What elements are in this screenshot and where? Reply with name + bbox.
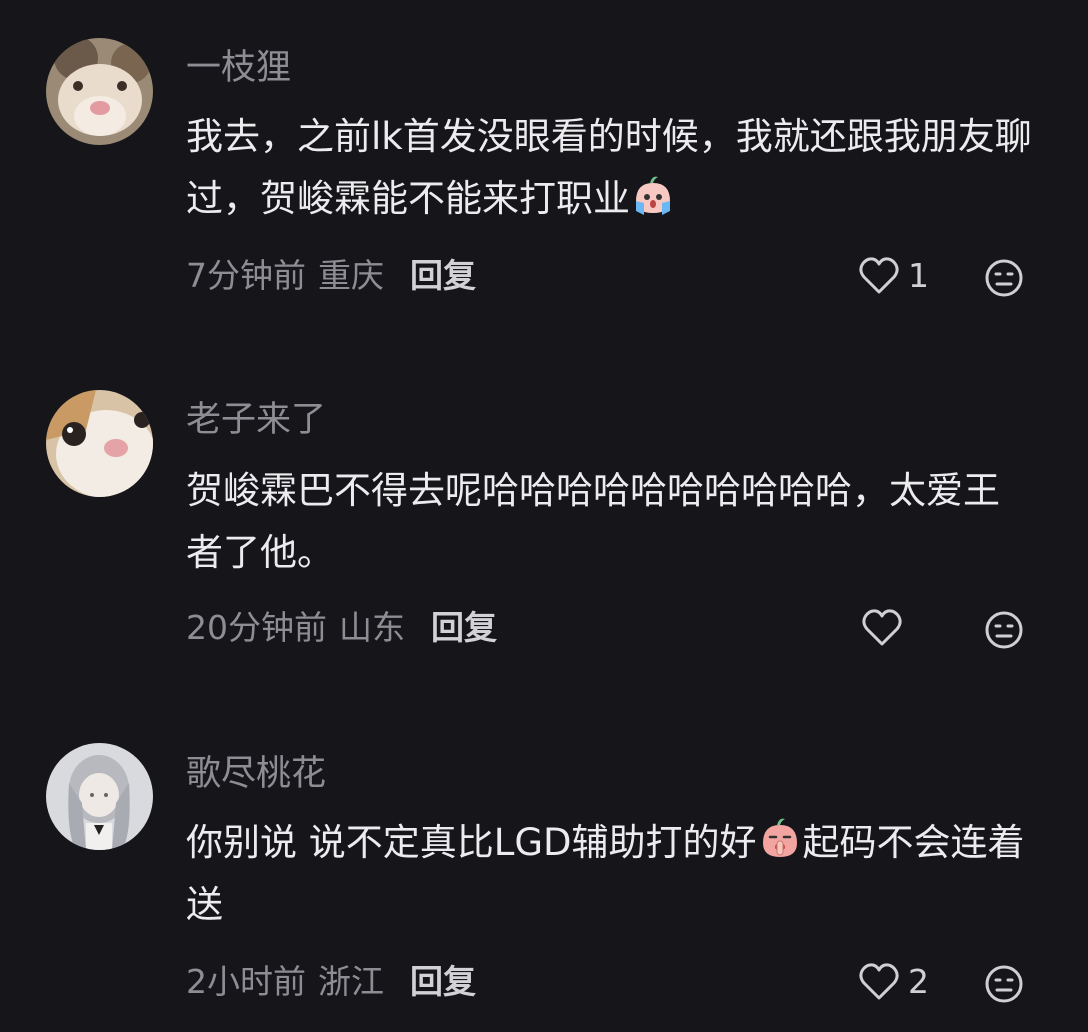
like-count: 1 — [908, 256, 929, 295]
comment-text-part: 贺峻霖巴不得去呢哈哈哈哈哈哈哈哈哈哈，太爱王者了他。 — [186, 469, 1000, 574]
heart-icon — [859, 963, 899, 1000]
dislike-button[interactable] — [984, 964, 1024, 1004]
timestamp: 7分钟前 — [186, 256, 306, 295]
heart-icon — [859, 257, 899, 294]
timestamp: 20分钟前 — [186, 608, 327, 647]
comment-text: 贺峻霖巴不得去呢哈哈哈哈哈哈哈哈哈哈，太爱王者了他。 — [186, 460, 1036, 584]
meh-face-icon — [985, 611, 1023, 649]
username[interactable]: 老子来了 — [186, 400, 326, 440]
dislike-button[interactable] — [984, 610, 1024, 650]
avatar[interactable] — [46, 390, 153, 497]
cat-avatar-icon — [46, 390, 153, 497]
like-button[interactable]: 1 — [858, 256, 929, 296]
shush-peach-emoji-icon — [757, 815, 803, 861]
username[interactable]: 一枝狸 — [186, 48, 291, 88]
crying-peach-emoji-icon — [630, 171, 676, 217]
meh-face-icon — [985, 965, 1023, 1003]
heart-icon — [862, 609, 902, 646]
location: 山东 — [339, 608, 405, 647]
timestamp: 2小时前 — [186, 962, 306, 1001]
comment-meta: 2小时前 浙江 回复 — [186, 962, 476, 1002]
like-button[interactable]: 2 — [858, 962, 929, 1002]
reply-button[interactable]: 回复 — [410, 256, 476, 295]
dislike-button[interactable] — [984, 258, 1024, 298]
location: 重庆 — [318, 256, 384, 295]
comment-text: 我去，之前lk首发没眼看的时候，我就还跟我朋友聊过，贺峻霖能不能来打职业 — [186, 106, 1036, 230]
comment-text: 你别说 说不定真比LGD辅助打的好 起码不会连着送 — [186, 812, 1036, 936]
reply-button[interactable]: 回复 — [410, 962, 476, 1001]
username[interactable]: 歌尽桃花 — [186, 754, 326, 794]
anime-girl-avatar-icon — [46, 743, 153, 850]
avatar[interactable] — [46, 743, 153, 850]
comment-meta: 20分钟前 山东 回复 — [186, 608, 497, 648]
location: 浙江 — [318, 962, 384, 1001]
meh-face-icon — [985, 259, 1023, 297]
comment-text-part: 你别说 说不定真比LGD辅助打的好 — [186, 821, 757, 864]
avatar[interactable] — [46, 38, 153, 145]
like-count: 2 — [908, 962, 929, 1001]
comment-text-part: 我去，之前lk首发没眼看的时候，我就还跟我朋友聊过，贺峻霖能不能来打职业 — [186, 115, 1032, 220]
like-button[interactable] — [861, 608, 903, 648]
reply-button[interactable]: 回复 — [431, 608, 497, 647]
cat-avatar-icon — [46, 38, 153, 145]
comment-meta: 7分钟前 重庆 回复 — [186, 256, 476, 296]
